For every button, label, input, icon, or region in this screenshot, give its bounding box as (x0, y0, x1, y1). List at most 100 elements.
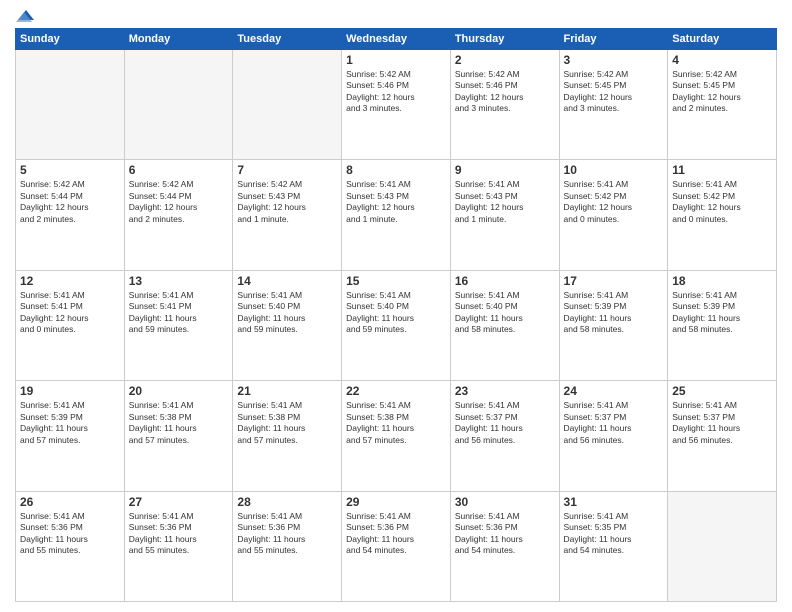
calendar-cell: 25Sunrise: 5:41 AM Sunset: 5:37 PM Dayli… (668, 381, 777, 491)
calendar-cell: 29 Sunrise: 5:41 AM Sunset: 5:36 PM Dayli… (342, 491, 451, 601)
day-number: 20 (129, 384, 229, 398)
cell-info: Sunrise: 5:41 AM Sunset: 5:38 PM Dayligh… (237, 400, 337, 446)
day-number: 17 (564, 274, 664, 288)
calendar-cell: 7 Sunrise: 5:42 AM Sunset: 5:43 PM Daylig… (233, 160, 342, 270)
cell-info: Sunrise: 5:41 AM Sunset: 5:36 PM Dayligh… (20, 511, 120, 557)
calendar-cell: 16 Sunrise: 5:41 AM Sunset: 5:40 PM Dayli… (450, 270, 559, 380)
day-number: 13 (129, 274, 229, 288)
calendar-cell: 18 Sunrise: 5:41 AM Sunset: 5:39 PM Dayli… (668, 270, 777, 380)
logo-icon (16, 8, 34, 22)
day-number: 14 (237, 274, 337, 288)
calendar-cell: 26 Sunrise: 5:41 AM Sunset: 5:36 PM Dayli… (16, 491, 125, 601)
day-number: 10 (564, 163, 664, 177)
calendar-cell: 14 Sunrise: 5:41 AM Sunset: 5:40 PM Dayli… (233, 270, 342, 380)
cell-info: Sunrise: 5:41 AM Sunset: 5:35 PM Dayligh… (564, 511, 664, 557)
day-number: 2 (455, 53, 555, 67)
cell-info: Sunrise: 5:41 AM Sunset: 5:41 PM Dayligh… (20, 290, 120, 336)
cell-info: Sunrise: 5:41 AM Sunset: 5:39 PM Dayligh… (20, 400, 120, 446)
col-header-friday: Friday (559, 29, 668, 50)
cell-info: Sunrise: 5:41 AM Sunset: 5:39 PM Dayligh… (672, 290, 772, 336)
day-number: 29 (346, 495, 446, 509)
day-number: 9 (455, 163, 555, 177)
cell-info: Sunrise: 5:41 AM Sunset: 5:36 PM Dayligh… (237, 511, 337, 557)
cell-info: Sunrise: 5:41 AM Sunset: 5:40 PM Dayligh… (455, 290, 555, 336)
calendar-cell: 9 Sunrise: 5:41 AM Sunset: 5:43 PM Daylig… (450, 160, 559, 270)
calendar-cell: 2 Sunrise: 5:42 AM Sunset: 5:46 PM Daylig… (450, 50, 559, 160)
calendar-week-4: 19 Sunrise: 5:41 AM Sunset: 5:39 PM Dayli… (16, 381, 777, 491)
calendar-header-row: SundayMondayTuesdayWednesdayThursdayFrid… (16, 29, 777, 50)
header (15, 10, 777, 20)
cell-info: Sunrise: 5:42 AM Sunset: 5:45 PM Dayligh… (672, 69, 772, 115)
calendar-cell: 6 Sunrise: 5:42 AM Sunset: 5:44 PM Daylig… (124, 160, 233, 270)
day-number: 15 (346, 274, 446, 288)
cell-info: Sunrise: 5:41 AM Sunset: 5:40 PM Dayligh… (346, 290, 446, 336)
day-number: 6 (129, 163, 229, 177)
calendar-cell: 30 Sunrise: 5:41 AM Sunset: 5:36 PM Dayli… (450, 491, 559, 601)
page: SundayMondayTuesdayWednesdayThursdayFrid… (0, 0, 792, 612)
cell-info: Sunrise: 5:42 AM Sunset: 5:44 PM Dayligh… (20, 179, 120, 225)
cell-info: Sunrise: 5:41 AM Sunset: 5:42 PM Dayligh… (564, 179, 664, 225)
cell-info: Sunrise: 5:42 AM Sunset: 5:43 PM Dayligh… (237, 179, 337, 225)
cell-info: Sunrise: 5:41 AM Sunset: 5:36 PM Dayligh… (346, 511, 446, 557)
calendar-cell: 21 Sunrise: 5:41 AM Sunset: 5:38 PM Dayli… (233, 381, 342, 491)
cell-info: Sunrise: 5:42 AM Sunset: 5:45 PM Dayligh… (564, 69, 664, 115)
calendar-week-5: 26 Sunrise: 5:41 AM Sunset: 5:36 PM Dayli… (16, 491, 777, 601)
day-number: 31 (564, 495, 664, 509)
day-number: 8 (346, 163, 446, 177)
col-header-thursday: Thursday (450, 29, 559, 50)
calendar-cell: 15 Sunrise: 5:41 AM Sunset: 5:40 PM Dayli… (342, 270, 451, 380)
cell-info: Sunrise: 5:41 AM Sunset: 5:37 PM Dayligh… (564, 400, 664, 446)
cell-info: Sunrise: 5:41 AM Sunset: 5:43 PM Dayligh… (455, 179, 555, 225)
calendar: SundayMondayTuesdayWednesdayThursdayFrid… (15, 28, 777, 602)
day-number: 21 (237, 384, 337, 398)
calendar-cell: 4 Sunrise: 5:42 AM Sunset: 5:45 PM Daylig… (668, 50, 777, 160)
cell-info: Sunrise: 5:42 AM Sunset: 5:46 PM Dayligh… (346, 69, 446, 115)
calendar-cell (233, 50, 342, 160)
col-header-saturday: Saturday (668, 29, 777, 50)
col-header-wednesday: Wednesday (342, 29, 451, 50)
day-number: 1 (346, 53, 446, 67)
calendar-week-1: 1 Sunrise: 5:42 AM Sunset: 5:46 PM Daylig… (16, 50, 777, 160)
cell-info: Sunrise: 5:41 AM Sunset: 5:37 PM Dayligh… (455, 400, 555, 446)
calendar-cell: 27 Sunrise: 5:41 AM Sunset: 5:36 PM Dayli… (124, 491, 233, 601)
cell-info: Sunrise: 5:41 AM Sunset: 5:36 PM Dayligh… (129, 511, 229, 557)
day-number: 24 (564, 384, 664, 398)
calendar-cell: 3 Sunrise: 5:42 AM Sunset: 5:45 PM Daylig… (559, 50, 668, 160)
day-number: 25 (672, 384, 772, 398)
col-header-sunday: Sunday (16, 29, 125, 50)
col-header-monday: Monday (124, 29, 233, 50)
cell-info: Sunrise: 5:42 AM Sunset: 5:44 PM Dayligh… (129, 179, 229, 225)
calendar-cell: 1 Sunrise: 5:42 AM Sunset: 5:46 PM Daylig… (342, 50, 451, 160)
calendar-cell (124, 50, 233, 160)
day-number: 7 (237, 163, 337, 177)
day-number: 4 (672, 53, 772, 67)
day-number: 23 (455, 384, 555, 398)
day-number: 28 (237, 495, 337, 509)
calendar-cell: 13 Sunrise: 5:41 AM Sunset: 5:41 PM Dayli… (124, 270, 233, 380)
logo (15, 10, 34, 20)
calendar-cell: 5Sunrise: 5:42 AM Sunset: 5:44 PM Daylig… (16, 160, 125, 270)
cell-info: Sunrise: 5:41 AM Sunset: 5:39 PM Dayligh… (564, 290, 664, 336)
day-number: 16 (455, 274, 555, 288)
day-number: 18 (672, 274, 772, 288)
day-number: 27 (129, 495, 229, 509)
col-header-tuesday: Tuesday (233, 29, 342, 50)
cell-info: Sunrise: 5:41 AM Sunset: 5:38 PM Dayligh… (346, 400, 446, 446)
cell-info: Sunrise: 5:41 AM Sunset: 5:36 PM Dayligh… (455, 511, 555, 557)
day-number: 3 (564, 53, 664, 67)
day-number: 30 (455, 495, 555, 509)
calendar-week-3: 12Sunrise: 5:41 AM Sunset: 5:41 PM Dayli… (16, 270, 777, 380)
calendar-cell: 23 Sunrise: 5:41 AM Sunset: 5:37 PM Dayli… (450, 381, 559, 491)
cell-info: Sunrise: 5:41 AM Sunset: 5:41 PM Dayligh… (129, 290, 229, 336)
calendar-cell: 8Sunrise: 5:41 AM Sunset: 5:43 PM Daylig… (342, 160, 451, 270)
cell-info: Sunrise: 5:41 AM Sunset: 5:40 PM Dayligh… (237, 290, 337, 336)
day-number: 26 (20, 495, 120, 509)
day-number: 22 (346, 384, 446, 398)
calendar-cell (16, 50, 125, 160)
calendar-cell: 12Sunrise: 5:41 AM Sunset: 5:41 PM Dayli… (16, 270, 125, 380)
calendar-cell: 28 Sunrise: 5:41 AM Sunset: 5:36 PM Dayli… (233, 491, 342, 601)
cell-info: Sunrise: 5:42 AM Sunset: 5:46 PM Dayligh… (455, 69, 555, 115)
calendar-cell: 20Sunrise: 5:41 AM Sunset: 5:38 PM Dayli… (124, 381, 233, 491)
day-number: 11 (672, 163, 772, 177)
day-number: 19 (20, 384, 120, 398)
